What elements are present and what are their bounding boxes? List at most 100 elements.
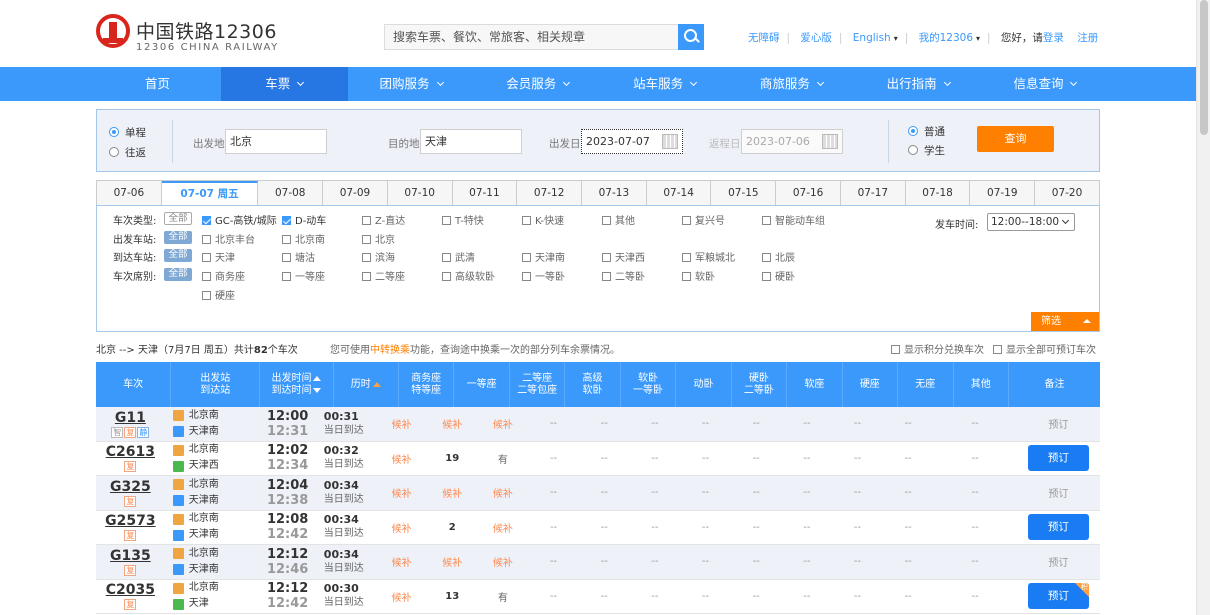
arrival-station-name[interactable]: 天津南 xyxy=(189,562,219,578)
waitlist-link[interactable]: 候补 xyxy=(376,580,427,614)
train-number-link[interactable]: G135 xyxy=(110,548,151,564)
date-tab[interactable]: 07-17 xyxy=(840,181,906,206)
date-tab[interactable]: 07-11 xyxy=(452,181,518,206)
trip-oneway-option[interactable]: 单程 xyxy=(109,125,146,140)
calendar-icon[interactable] xyxy=(662,134,678,149)
departure-station-name[interactable]: 北京南 xyxy=(189,408,219,424)
filter-option[interactable]: 北京 xyxy=(362,231,395,246)
date-input[interactable]: 2023-07-07 xyxy=(581,129,683,154)
nav-item[interactable]: 站车服务 xyxy=(601,67,728,101)
arrival-station-name[interactable]: 天津西 xyxy=(189,458,219,474)
date-tab[interactable]: 07-06 xyxy=(97,181,162,206)
filter-option[interactable]: 硬卧 xyxy=(762,268,795,283)
date-tab[interactable]: 07-14 xyxy=(646,181,712,206)
filter-option[interactable]: 硬座 xyxy=(202,287,235,302)
filter-all-button[interactable]: 全部 xyxy=(164,268,192,281)
filter-option[interactable]: 天津 xyxy=(202,249,235,264)
waitlist-link[interactable]: 候补 xyxy=(478,407,529,441)
show-all-option[interactable]: 显示全部可预订车次 xyxy=(993,341,1096,356)
nav-item[interactable]: 信息查询 xyxy=(982,67,1109,101)
filter-option[interactable]: 天津南 xyxy=(522,249,565,264)
date-tab[interactable]: 07-15 xyxy=(711,181,777,206)
waitlist-link[interactable]: 候补 xyxy=(427,545,478,579)
nav-item[interactable]: 商旅服务 xyxy=(728,67,855,101)
date-tab[interactable]: 07-20 xyxy=(1035,181,1099,206)
sort-asc-icon[interactable] xyxy=(372,381,381,387)
filter-all-button[interactable]: 全部 xyxy=(164,249,192,262)
date-tab[interactable]: 07-13 xyxy=(582,181,647,206)
book-button[interactable]: 预订 xyxy=(1027,514,1089,541)
login-link[interactable]: 登录 xyxy=(1043,30,1064,45)
filter-option[interactable]: D-动车 xyxy=(282,212,326,227)
transfer-link[interactable]: 中转换乘 xyxy=(370,345,410,356)
return-input[interactable]: 2023-07-06 xyxy=(741,129,843,154)
nav-item[interactable]: 首页 xyxy=(94,67,221,101)
waitlist-link[interactable]: 候补 xyxy=(478,545,529,579)
filter-option[interactable]: 智能动车组 xyxy=(762,212,825,227)
train-number-link[interactable]: G2573 xyxy=(105,513,155,529)
column-header[interactable]: 历时 xyxy=(334,362,399,407)
sort-desc-icon[interactable] xyxy=(313,387,322,393)
filter-option[interactable]: 高级软卧 xyxy=(442,268,495,283)
column-header[interactable]: 出发时间 到达时间 xyxy=(260,362,334,407)
nav-item[interactable]: 车票 xyxy=(220,67,348,101)
sort-asc-icon[interactable] xyxy=(313,375,322,381)
nav-item[interactable]: 团购服务 xyxy=(348,67,475,101)
waitlist-link[interactable]: 候补 xyxy=(478,511,529,545)
filter-option[interactable]: GC-高铁/城际 xyxy=(202,212,277,227)
filter-option[interactable]: 复兴号 xyxy=(682,212,725,227)
filter-option[interactable]: 一等座 xyxy=(282,268,325,283)
filter-option[interactable]: 北京丰台 xyxy=(202,231,255,246)
waitlist-link[interactable]: 候补 xyxy=(376,511,427,545)
logo[interactable]: 中国铁路12306 12306 CHINA RAILWAY xyxy=(96,14,277,56)
arrival-station-name[interactable]: 天津南 xyxy=(189,424,219,440)
from-input[interactable]: 北京 xyxy=(225,129,327,154)
waitlist-link[interactable]: 候补 xyxy=(376,442,427,476)
filter-option[interactable]: 软卧 xyxy=(682,268,715,283)
screen-button[interactable]: 筛选 xyxy=(1031,312,1099,331)
filter-all-button[interactable]: 全部 xyxy=(164,231,192,244)
train-number-link[interactable]: C2613 xyxy=(106,444,155,460)
trip-round-option[interactable]: 往返 xyxy=(109,145,146,160)
date-tab[interactable]: 07-16 xyxy=(776,181,841,206)
filter-option[interactable]: 北京南 xyxy=(282,231,325,246)
link-my12306[interactable]: 我的12306 xyxy=(919,30,973,45)
search-icon[interactable] xyxy=(678,24,704,50)
train-number-link[interactable]: G325 xyxy=(110,479,151,495)
link-accessibility[interactable]: 无障碍 xyxy=(748,30,780,45)
query-button[interactable]: 查询 xyxy=(977,126,1054,152)
filter-option[interactable]: 二等卧 xyxy=(602,268,645,283)
to-input[interactable]: 天津 xyxy=(420,129,522,154)
date-tab[interactable]: 07-18 xyxy=(905,181,971,206)
train-number-link[interactable]: C2035 xyxy=(106,582,155,598)
date-tab[interactable]: 07-09 xyxy=(323,181,388,206)
scrollbar-thumb[interactable] xyxy=(1200,0,1208,135)
date-tab[interactable]: 07-08 xyxy=(258,181,324,206)
nav-item[interactable]: 出行指南 xyxy=(855,67,982,101)
show-points-option[interactable]: 显示积分兑换车次 xyxy=(891,341,984,356)
date-tab[interactable]: 07-07 周五 xyxy=(161,181,259,206)
waitlist-link[interactable]: 候补 xyxy=(478,476,529,510)
date-tab[interactable]: 07-10 xyxy=(387,181,453,206)
search-input[interactable] xyxy=(385,25,675,49)
calendar-icon[interactable] xyxy=(822,134,838,149)
departure-station-name[interactable]: 北京南 xyxy=(189,580,219,596)
filter-option[interactable]: T-特快 xyxy=(442,212,484,227)
date-tab[interactable]: 07-19 xyxy=(970,181,1036,206)
filter-option[interactable]: 滨海 xyxy=(362,249,395,264)
page-scrollbar[interactable] xyxy=(1196,0,1210,615)
departure-station-name[interactable]: 北京南 xyxy=(189,442,219,458)
filter-all-button[interactable]: 全部 xyxy=(164,212,192,225)
type-normal-option[interactable]: 普通 xyxy=(908,124,945,139)
waitlist-link[interactable]: 候补 xyxy=(427,407,478,441)
waitlist-link[interactable]: 候补 xyxy=(427,476,478,510)
filter-option[interactable]: 商务座 xyxy=(202,268,245,283)
filter-option[interactable]: 二等座 xyxy=(362,268,405,283)
link-care-version[interactable]: 爱心版 xyxy=(800,30,832,45)
arrival-station-name[interactable]: 天津南 xyxy=(189,527,219,543)
arrival-station-name[interactable]: 天津南 xyxy=(189,493,219,509)
waitlist-link[interactable]: 候补 xyxy=(376,476,427,510)
link-english[interactable]: English xyxy=(853,32,891,44)
filter-option[interactable]: Z-直达 xyxy=(362,212,405,227)
filter-option[interactable]: 北辰 xyxy=(762,249,795,264)
